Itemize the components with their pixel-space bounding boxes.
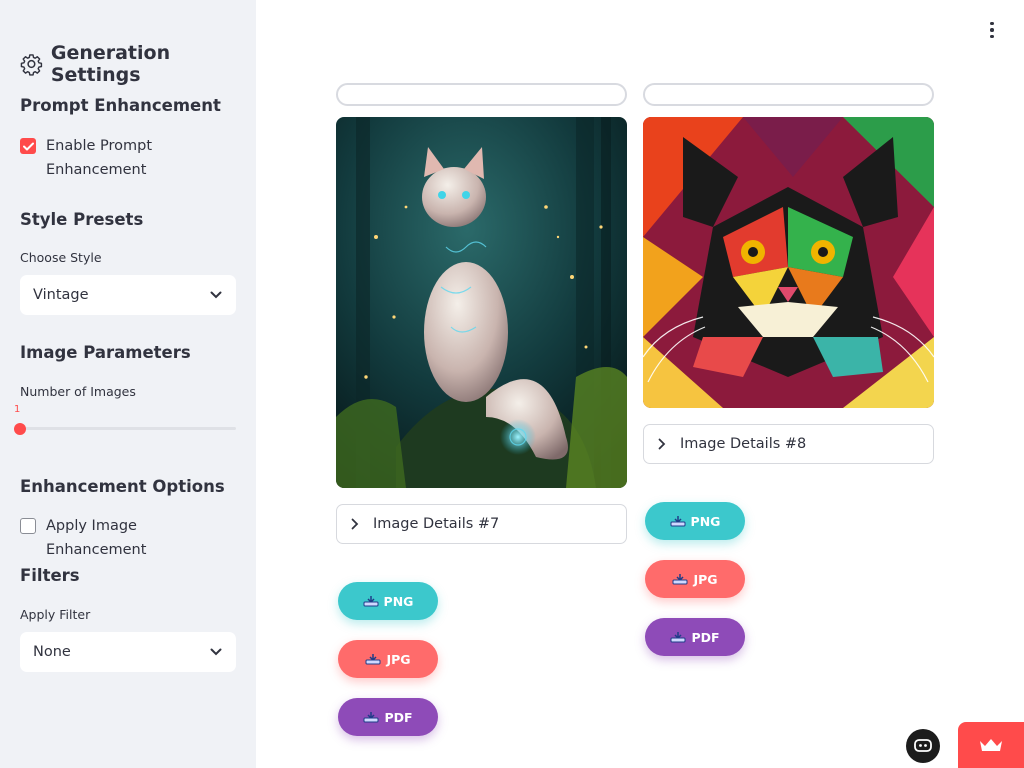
filters-heading: Filters [20,566,80,585]
menu-dot-icon [990,34,994,39]
sidebar-title-text: Generation Settings [50,42,171,86]
download-tray-icon [670,632,686,643]
apply-image-enhancement-label: Apply Image Enhancement [46,518,147,558]
menu-dot-icon [990,21,994,26]
download-tray-icon [365,654,381,665]
slider-value: 1 [14,404,21,415]
image-parameters-heading: Image Parameters [20,343,191,362]
download-tray-icon [672,574,688,585]
chevron-right-icon [351,518,359,530]
main-menu-button[interactable] [984,20,1000,40]
chevron-down-icon [210,291,222,299]
image-7-download-png-button[interactable]: PNG [338,582,438,620]
image-7-mystical-cat [336,117,627,488]
image-7-details-label: Image Details #7 [373,516,500,532]
number-of-images-slider-thumb[interactable] [14,423,26,435]
choose-style-label: Choose Style [20,250,102,265]
apply-image-enhancement-checkbox[interactable]: Apply Image Enhancement [20,514,240,562]
filter-select-value: None [33,644,71,660]
image-7-details-expander[interactable]: Image Details #7 [336,504,627,544]
image-8-details-expander[interactable]: Image Details #8 [643,424,934,464]
chevron-down-icon [210,648,222,656]
pdf-label: PDF [691,629,720,645]
enable-prompt-enhancement-checkbox[interactable]: Enable Prompt Enhancement [20,134,240,182]
sidebar: Generation Settings Prompt Enhancement E… [0,0,256,768]
filter-select[interactable]: None [20,632,236,672]
number-of-images-slider-track[interactable] [20,427,236,430]
jpg-label: JPG [386,651,411,667]
download-tray-icon [363,596,379,607]
image-7-caption-field[interactable] [336,83,627,106]
jpg-label: JPG [693,571,718,587]
gear-icon [20,54,43,76]
image-8-download-png-button[interactable]: PNG [645,502,745,540]
image-7-download-jpg-button[interactable]: JPG [338,640,438,678]
png-label: PNG [383,593,414,609]
image-8-details-label: Image Details #8 [680,436,807,452]
checkbox-checked-icon[interactable] [20,138,36,154]
enhancement-options-heading: Enhancement Options [20,477,225,496]
png-label: PNG [690,513,721,529]
style-presets-heading: Style Presets [20,210,144,229]
image-8-geometric-cat [643,117,934,408]
download-tray-icon [363,712,379,723]
prompt-enhancement-heading: Prompt Enhancement [20,96,221,115]
apply-filter-label: Apply Filter [20,607,91,622]
pdf-label: PDF [384,709,413,725]
image-8-download-jpg-button[interactable]: JPG [645,560,745,598]
number-of-images-label: Number of Images [20,384,136,399]
style-select[interactable]: Vintage [20,275,236,315]
image-8-caption-field[interactable] [643,83,934,106]
menu-dot-icon [990,28,994,32]
sidebar-title: Generation Settings [20,42,256,86]
image-7-download-pdf-button[interactable]: PDF [338,698,438,736]
image-8-download-pdf-button[interactable]: PDF [645,618,745,656]
streamlit-crown-button[interactable] [958,722,1024,768]
style-select-value: Vintage [33,287,89,303]
download-tray-icon [670,516,686,527]
bot-assistant-icon[interactable] [906,729,940,763]
checkbox-unchecked-icon[interactable] [20,518,36,534]
enable-prompt-enhancement-label: Enable Prompt Enhancement [46,138,153,178]
crown-icon [980,739,1002,751]
chevron-right-icon [658,438,666,450]
